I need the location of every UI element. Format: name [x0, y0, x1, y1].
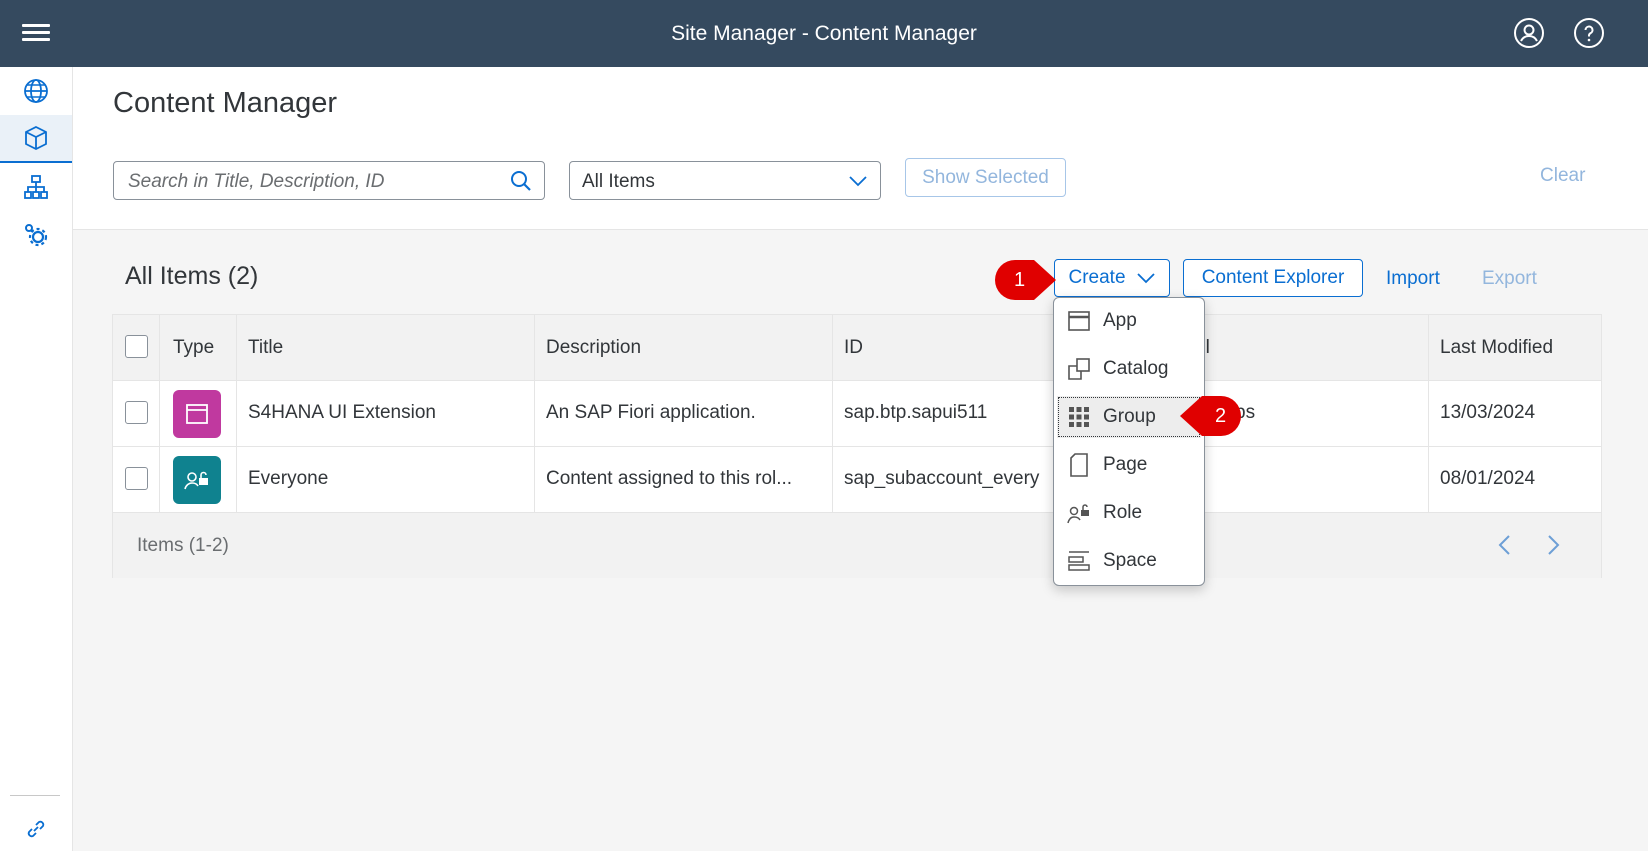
select-all-checkbox[interactable] — [125, 335, 148, 358]
link-icon — [27, 820, 45, 838]
column-last-modified: Last Modified — [1440, 337, 1554, 358]
row-description: An SAP Fiori application. — [546, 402, 756, 423]
column-divider — [159, 315, 160, 513]
side-navigation — [0, 67, 73, 851]
globe-icon — [24, 79, 48, 103]
row-last-modified: 08/01/2024 — [1440, 468, 1536, 489]
items-count: Items (1-2) — [137, 535, 229, 556]
filter-select[interactable]: All Items — [569, 161, 881, 200]
step-marker-1: 1 — [994, 259, 1056, 301]
column-divider — [1428, 315, 1429, 513]
row-checkbox[interactable] — [125, 401, 148, 424]
page-title: Content Manager — [113, 87, 338, 119]
catalog-icon — [1068, 358, 1090, 380]
column-id: ID — [844, 337, 863, 358]
menu-item-label: Catalog — [1103, 358, 1169, 379]
menu-item-catalog[interactable]: Catalog — [1057, 348, 1201, 390]
chevron-left-icon[interactable] — [1493, 533, 1517, 557]
step-number: 1 — [1014, 269, 1026, 291]
menu-item-label: App — [1103, 310, 1137, 331]
space-icon — [1068, 551, 1090, 571]
menu-item-label: Page — [1103, 454, 1148, 475]
row-label: ps — [1235, 402, 1256, 423]
user-icon[interactable] — [1514, 18, 1544, 48]
sidebar-item-content-manager[interactable] — [0, 115, 72, 163]
menu-item-app[interactable]: App — [1057, 300, 1201, 342]
sidebar-item-link[interactable] — [0, 805, 72, 851]
row-title: S4HANA UI Extension — [248, 402, 436, 423]
create-button[interactable]: Create — [1054, 259, 1170, 297]
page-header: Content Manager Search in Title, Descrip… — [73, 67, 1648, 230]
column-description: Description — [546, 337, 642, 358]
settings-icon — [25, 224, 48, 247]
column-divider — [832, 315, 833, 513]
export-button[interactable]: Export — [1482, 268, 1537, 290]
row-checkbox[interactable] — [125, 467, 148, 490]
row-id: sap.btp.sapui511 — [844, 402, 988, 423]
column-type: Type — [173, 337, 215, 358]
table-row[interactable]: Everyone Content assigned to this rol...… — [113, 447, 1601, 513]
column-divider — [534, 315, 535, 513]
sidebar-item-channels[interactable] — [0, 163, 72, 211]
menu-item-role[interactable]: Role — [1057, 492, 1201, 534]
column-divider — [236, 315, 237, 513]
table-header: Type Title Description ID el Last Modifi… — [113, 315, 1601, 381]
grid-icon — [1069, 407, 1089, 427]
clear-button[interactable]: Clear — [1540, 165, 1585, 187]
app-window-icon — [1068, 311, 1090, 331]
chevron-down-icon — [849, 176, 867, 187]
menu-item-page[interactable]: Page — [1057, 444, 1201, 486]
search-input[interactable]: Search in Title, Description, ID — [113, 161, 545, 200]
menu-item-label: Role — [1103, 502, 1143, 523]
help-icon[interactable] — [1574, 18, 1604, 48]
shell-title: Site Manager - Content Manager — [671, 22, 977, 45]
row-last-modified: 13/03/2024 — [1440, 402, 1536, 423]
import-button[interactable]: Import — [1386, 268, 1440, 290]
menu-item-label: Space — [1103, 550, 1157, 571]
step-number: 2 — [1215, 405, 1227, 427]
row-description: Content assigned to this rol... — [546, 468, 793, 489]
filter-value: All Items — [582, 171, 655, 192]
create-menu: App Catalog Group Page Role Space — [1053, 297, 1205, 586]
show-selected-button[interactable]: Show Selected — [905, 158, 1066, 197]
search-icon[interactable] — [510, 170, 532, 192]
menu-item-space[interactable]: Space — [1057, 540, 1201, 582]
create-label: Create — [1068, 267, 1126, 288]
shell-bar: Site Manager - Content Manager — [0, 0, 1648, 67]
content-table: Type Title Description ID el Last Modifi… — [112, 314, 1602, 578]
column-title: Title — [248, 337, 284, 358]
role-icon — [173, 456, 221, 504]
content-explorer-button[interactable]: Content Explorer — [1183, 259, 1363, 297]
row-id: sap_subaccount_every — [844, 468, 1040, 489]
table-row[interactable]: S4HANA UI Extension An SAP Fiori applica… — [113, 381, 1601, 447]
list-title: All Items (2) — [125, 262, 259, 290]
step-marker-2: 2 — [1178, 395, 1241, 437]
menu-item-label: Group — [1103, 406, 1156, 427]
row-title: Everyone — [248, 468, 329, 489]
nav-separator — [10, 795, 60, 796]
page-icon — [1070, 453, 1088, 477]
sidebar-item-sites[interactable] — [0, 67, 72, 115]
table-footer: Items (1-2) — [113, 513, 1601, 578]
search-placeholder: Search in Title, Description, ID — [128, 171, 385, 192]
chevron-down-icon — [1136, 273, 1155, 284]
app-icon — [173, 390, 221, 438]
hierarchy-icon — [24, 175, 48, 199]
chevron-right-icon[interactable] — [1541, 533, 1565, 557]
sidebar-item-settings[interactable] — [0, 211, 72, 259]
box-icon — [25, 125, 47, 151]
role-icon — [1067, 504, 1089, 524]
